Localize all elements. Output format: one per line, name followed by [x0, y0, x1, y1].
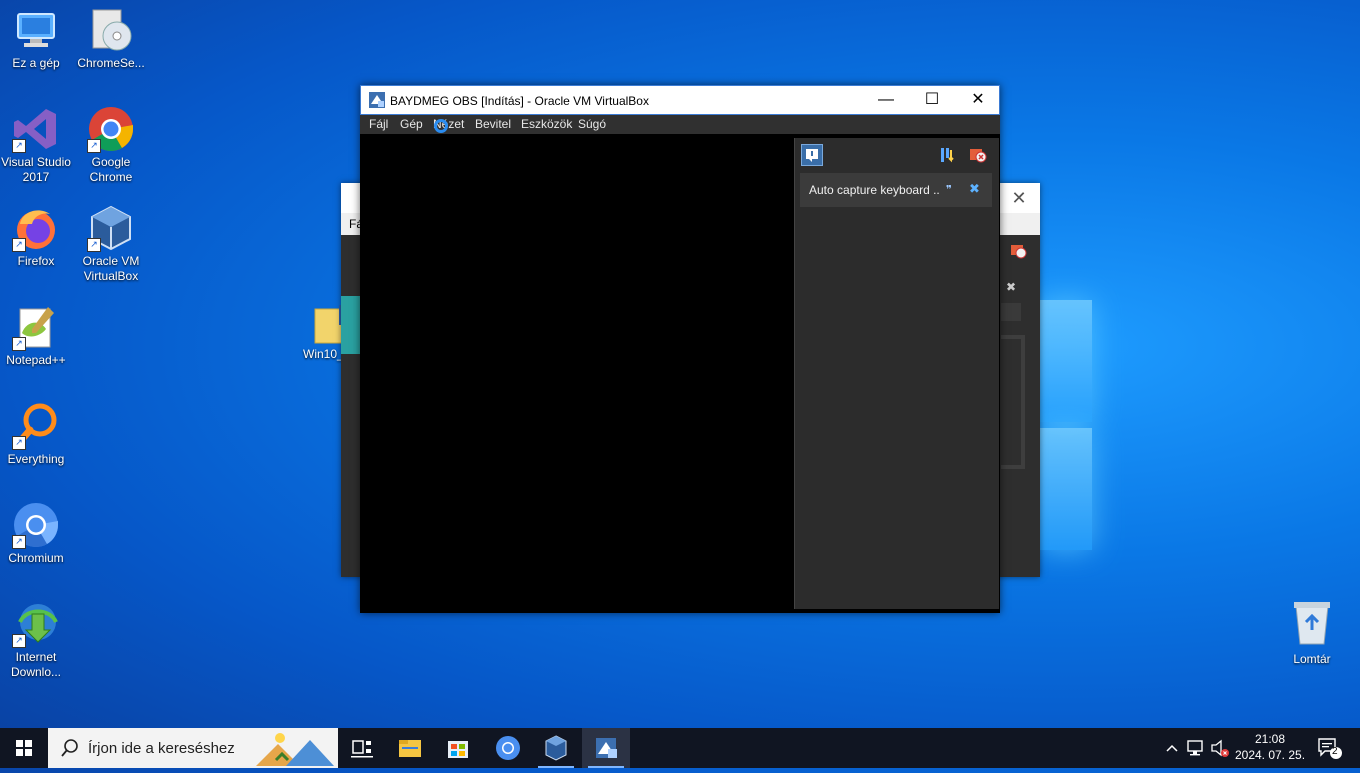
settings-icon[interactable] [1009, 241, 1027, 259]
wallpaper-windows-logo [1040, 300, 1092, 550]
recycle-bin-icon [1294, 602, 1330, 645]
computer-icon [12, 6, 60, 54]
notifications-icon [1318, 738, 1342, 759]
virtualbox-app-icon [369, 92, 385, 108]
clock-time: 21:08 [1254, 732, 1286, 746]
desktop-icon-chrome-setup[interactable]: ChromeSe... [75, 6, 147, 71]
desktop-icon-label: Internet Downlo... [10, 650, 62, 679]
search-icon [61, 739, 78, 757]
windows-start-icon [16, 740, 32, 756]
desktop-icon-internet-download-manager[interactable]: ↗ Internet Downlo... [0, 600, 72, 680]
file-explorer-icon [399, 740, 421, 757]
start-button[interactable] [0, 728, 48, 768]
taskbar-search-box[interactable]: Írjon ide a kereséshez [48, 728, 338, 768]
volume-muted-icon [1211, 739, 1229, 757]
desktop-icon-notepadpp[interactable]: ↗ Notepad++ [0, 303, 72, 368]
busy-cursor-icon [434, 119, 448, 133]
show-hidden-icons-button[interactable] [1162, 728, 1182, 768]
network-icon [1187, 740, 1203, 756]
notification-count-badge: 2 [1332, 746, 1338, 757]
desktop-icon-recycle-bin[interactable]: Lomtár [1280, 600, 1344, 666]
menu-tools[interactable]: Eszközök [521, 117, 572, 131]
pin-icon[interactable]: ❞ [946, 183, 952, 196]
menu-input[interactable]: Bevitel [475, 117, 511, 131]
clock-date: 2024. 07. 25. [1234, 748, 1306, 762]
background-window-panel-frame [1001, 335, 1025, 469]
network-status[interactable] [1184, 728, 1208, 768]
background-window-close-button[interactable]: ✕ [1008, 187, 1030, 209]
vm-window-title: BAYDMEG OBS [Indítás] - Oracle VM Virtua… [390, 94, 649, 108]
desktop-icon-label: Firefox [17, 254, 55, 268]
vm-display[interactable] [360, 134, 792, 613]
maximize-button[interactable]: ☐ [909, 86, 955, 114]
menu-file[interactable]: Fájl [369, 117, 388, 131]
message-icon [806, 149, 818, 162]
visual-studio-icon: ↗ [12, 105, 60, 153]
taskbar-file-explorer[interactable] [386, 728, 434, 768]
everything-search-icon: ↗ [12, 402, 60, 450]
taskbar-microsoft-store[interactable] [434, 728, 482, 768]
notification-center-panel: Auto capture keyboard ... ❞ ✖ [794, 138, 999, 609]
store-icon [448, 741, 468, 758]
desktop-icon-label: Visual Studio 2017 [1, 155, 71, 184]
desktop-icon-google-chrome[interactable]: ↗ Google Chrome [75, 105, 147, 185]
chromium-icon: ↗ [12, 501, 60, 549]
chevron-up-icon [1166, 744, 1178, 752]
desktop-icon-everything[interactable]: ↗ Everything [0, 402, 72, 467]
firefox-icon: ↗ [12, 204, 60, 252]
chromium-icon [496, 736, 520, 760]
search-highlight-camping-icon [256, 733, 334, 766]
virtualbox-icon [545, 735, 567, 761]
desktop-icon-label: ChromeSe... [77, 56, 145, 70]
setup-cd-icon [87, 6, 135, 54]
vm-window-titlebar[interactable]: BAYDMEG OBS [Indítás] - Oracle VM Virtua… [360, 85, 1000, 115]
action-center-button[interactable]: 2 [1316, 736, 1342, 760]
desktop-icon-label: Chromium [8, 551, 64, 565]
notification-text: Auto capture keyboard ... [809, 183, 939, 197]
idm-icon: ↗ [12, 600, 60, 648]
vm-window[interactable]: BAYDMEG OBS [Indítás] - Oracle VM Virtua… [360, 85, 1000, 613]
desktop-icon-label: Notepad++ [6, 353, 66, 367]
task-view-icon [351, 740, 373, 758]
notification-item[interactable]: Auto capture keyboard ... ❞ ✖ [800, 173, 992, 207]
taskbar-vm-window[interactable] [582, 728, 630, 768]
taskbar-clock[interactable]: 21:08 2024. 07. 25. [1232, 731, 1308, 763]
taskbar-virtualbox-manager[interactable] [532, 728, 580, 768]
desktop-icon-this-pc[interactable]: Ez a gép [0, 6, 72, 71]
desktop-icon-label: Everything [7, 452, 65, 466]
desktop-icon-label: Ez a gép [12, 56, 60, 70]
virtualbox-icon: ↗ [87, 204, 135, 252]
search-placeholder: Írjon ide a kereséshez [88, 740, 235, 757]
desktop-icon-virtualbox[interactable]: ↗ Oracle VM VirtualBox [75, 204, 147, 284]
volume-status[interactable] [1208, 728, 1232, 768]
desktop-icon-chromium[interactable]: ↗ Chromium [0, 501, 72, 566]
sort-icon[interactable] [939, 146, 957, 164]
notification-close-button[interactable]: ✖ [969, 181, 980, 197]
chrome-icon: ↗ [87, 105, 135, 153]
close-icon[interactable]: ✖ [1006, 280, 1016, 294]
minimize-button[interactable]: — [863, 86, 909, 114]
desktop-icon-label: Oracle VM VirtualBox [82, 254, 140, 283]
desktop-icon-visual-studio[interactable]: ↗ Visual Studio 2017 [0, 105, 72, 185]
clear-all-icon[interactable] [969, 146, 987, 164]
vm-menubar: Fájl Gép Nézet Bevitel Eszközök Súgó [360, 115, 1000, 134]
taskbar-chromium[interactable] [484, 728, 532, 768]
desktop-icon-label: Lomtár [1293, 652, 1331, 666]
background-window-panel-field [1001, 303, 1021, 321]
desktop-icon-label: Win10_ [303, 347, 344, 361]
menu-help[interactable]: Súgó [578, 117, 606, 131]
vm-window-icon [596, 738, 617, 758]
notepadpp-icon: ↗ [12, 303, 60, 351]
notification-toggle-button[interactable] [801, 144, 823, 166]
taskbar: Írjon ide a kereséshez 21:08 2024. 07. 2… [0, 728, 1360, 768]
background-window-selected-item[interactable] [341, 296, 361, 354]
desktop-icon-firefox[interactable]: ↗ Firefox [0, 204, 72, 269]
task-view-button[interactable] [338, 728, 386, 768]
close-button[interactable]: ✕ [955, 86, 1001, 114]
menu-machine[interactable]: Gép [400, 117, 423, 131]
desktop-icon-label: Google Chrome [89, 155, 133, 184]
